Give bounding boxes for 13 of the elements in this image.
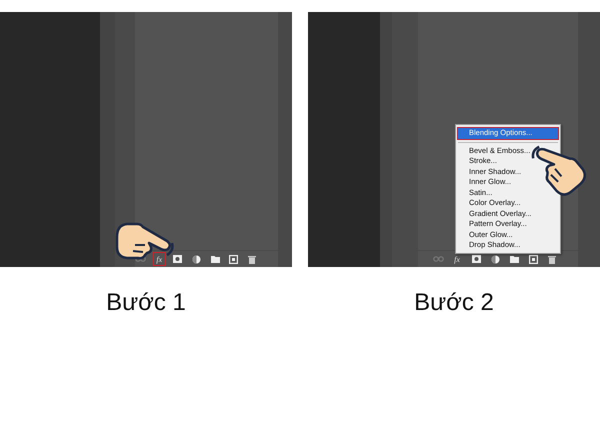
fx-button[interactable]: fx	[154, 253, 166, 265]
new-layer-icon[interactable]	[528, 254, 538, 264]
step-caption: Bước 2	[414, 289, 494, 317]
adjustment-icon[interactable]	[192, 254, 201, 264]
adjustment-icon[interactable]	[490, 254, 500, 264]
new-layer-icon[interactable]	[229, 254, 238, 264]
step-caption: Bước 1	[106, 289, 186, 317]
trash-icon[interactable]	[548, 254, 556, 264]
folder-icon[interactable]	[210, 255, 220, 263]
fx-button[interactable]: fx	[451, 253, 463, 265]
mask-icon[interactable]	[472, 255, 480, 263]
mask-icon[interactable]	[173, 255, 182, 263]
trash-icon[interactable]	[248, 254, 256, 264]
